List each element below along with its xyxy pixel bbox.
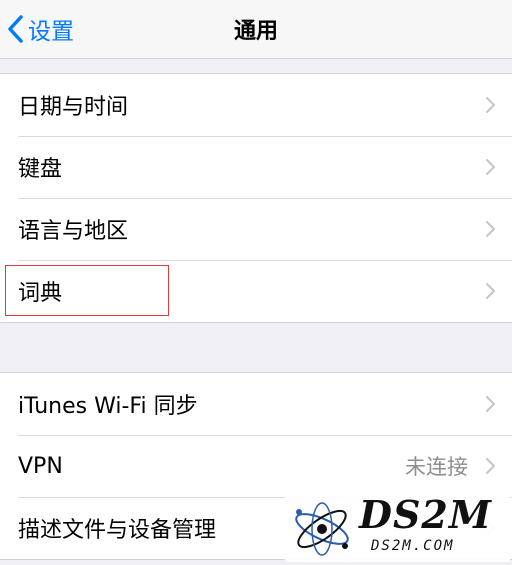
row-label: 描述文件与设备管理 (18, 518, 217, 543)
navigation-bar: 设置 通用 (0, 0, 512, 59)
row-dictionary[interactable]: 词典 (0, 260, 512, 322)
chevron-right-icon (485, 282, 496, 300)
row-label: 词典 (18, 281, 63, 306)
chevron-right-icon (485, 457, 496, 475)
row-label: 语言与地区 (18, 219, 129, 244)
row-label: 日期与时间 (18, 95, 129, 120)
row-label: VPN (18, 453, 63, 479)
row-vpn[interactable]: VPN 未连接 (0, 435, 512, 497)
row-itunes-wifi-sync[interactable]: iTunes Wi-Fi 同步 (0, 373, 512, 435)
watermark-text: DS2M (359, 492, 492, 537)
row-label: iTunes Wi-Fi 同步 (18, 394, 198, 419)
chevron-right-icon (485, 395, 496, 413)
vpn-status: 未连接 (405, 455, 468, 479)
watermark-url: DS2M.COM (371, 538, 455, 554)
row-date-time[interactable]: 日期与时间 (0, 74, 512, 136)
page-title: 通用 (233, 19, 278, 44)
row-keyboard[interactable]: 键盘 (0, 136, 512, 198)
row-language-region[interactable]: 语言与地区 (0, 198, 512, 260)
chevron-right-icon (485, 220, 496, 238)
chevron-right-icon (485, 96, 496, 114)
watermark: DS2M DS2M.COM (285, 492, 510, 562)
chevron-right-icon (485, 158, 496, 176)
row-label: 键盘 (18, 157, 63, 182)
atom-logo-icon (295, 502, 349, 556)
settings-group-general: 日期与时间 键盘 语言与地区 词典 (0, 73, 512, 323)
